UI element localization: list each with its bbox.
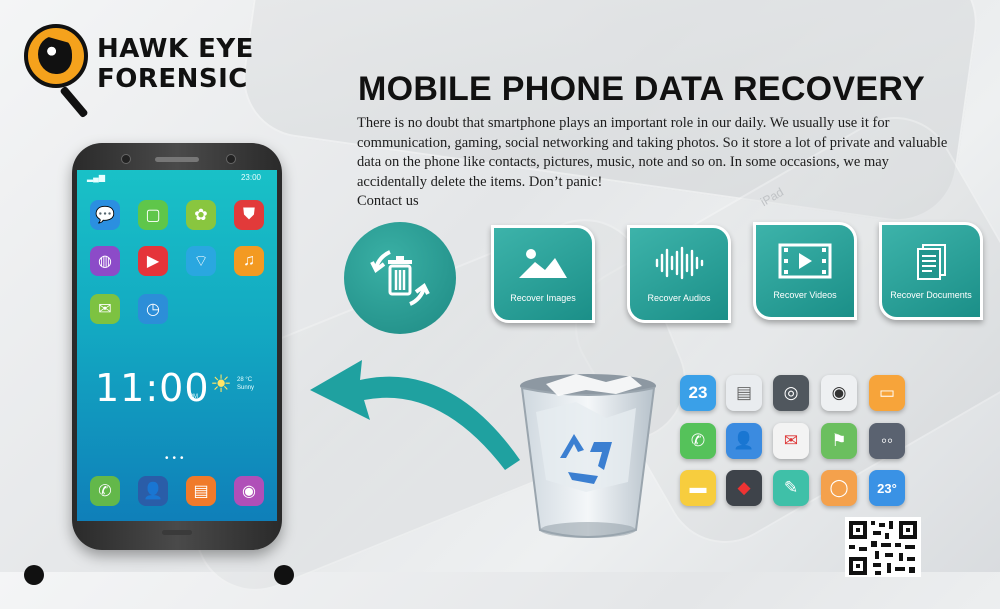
sms-app-icon[interactable]: ▤ xyxy=(186,476,216,506)
phone-call-icon: ✆ xyxy=(680,423,716,459)
notes-card-icon: ▤ xyxy=(726,375,762,411)
calendar-icon: 23 xyxy=(680,375,716,411)
brand-line-1: HAWK EYE xyxy=(97,34,254,64)
recover-audios-card[interactable]: Recover Audios xyxy=(627,225,731,323)
wifi-app-icon[interactable]: ⌔ xyxy=(186,246,216,276)
weather-widget: 28 °C Sunny xyxy=(237,376,254,392)
contact-person-icon: 👤 xyxy=(726,423,762,459)
phone-status-bar: ▂▄▆ 23:00 xyxy=(77,170,277,184)
video-icon xyxy=(756,243,854,284)
brand-name: HAWK EYE FORENSIC xyxy=(97,34,254,94)
sun-icon: ☀ xyxy=(210,371,232,398)
phone-sensor xyxy=(121,154,131,164)
status-time: 23:00 xyxy=(240,173,261,182)
hawk-magnifier-icon xyxy=(24,24,88,88)
weather-temp: 28 °C xyxy=(237,377,253,383)
settings-dial-icon: ◎ xyxy=(773,375,809,411)
curved-arrow-icon xyxy=(310,360,520,470)
audio-wave-icon xyxy=(630,246,728,285)
calendar-day: 23 xyxy=(688,383,708,402)
signal-icon: ▂▄▆ xyxy=(87,173,105,182)
recycle-bin-icon xyxy=(520,374,656,538)
compass-icon: ◆ xyxy=(726,470,762,506)
page-description: There is no doubt that smartphone plays … xyxy=(357,114,962,212)
weather-icon: 23° xyxy=(869,470,905,506)
video-app-icon[interactable]: ▶ xyxy=(138,246,168,276)
contact-us-link[interactable]: Contact us xyxy=(357,192,962,212)
music-app-icon[interactable]: ♫ xyxy=(234,246,264,276)
phone-app-icon[interactable]: ✆ xyxy=(90,476,120,506)
recover-videos-label: Recover Videos xyxy=(773,290,837,300)
recover-documents-card[interactable]: Recover Documents xyxy=(879,222,983,320)
map-pin-icon: ⚑ xyxy=(821,423,857,459)
brand-logo[interactable]: HAWK EYE FORENSIC xyxy=(22,22,262,119)
gallery-app-icon[interactable]: ✿ xyxy=(186,200,216,230)
browser-app-icon[interactable]: ◍ xyxy=(90,246,120,276)
magnifier-handle xyxy=(59,85,89,119)
footer-dot xyxy=(24,565,44,585)
clock-app-icon[interactable]: ◷ xyxy=(138,294,168,324)
voicemail-icon: ◦◦ xyxy=(869,423,905,459)
recover-images-label: Recover Images xyxy=(510,293,576,303)
recover-documents-label: Recover Documents xyxy=(890,290,972,300)
security-app-icon[interactable]: ⛊ xyxy=(234,200,264,230)
clock-ampm: PM xyxy=(189,394,198,400)
footer-dot xyxy=(274,565,294,585)
phone-camera xyxy=(226,154,236,164)
messages-app-icon[interactable]: 💬 xyxy=(90,200,120,230)
phone-mockup: ▂▄▆ 23:00 💬 ▢ ✿ ⛊ ◍ ▶ ⌔ ♫ ✉ ◷ 11:00 PM ☀… xyxy=(72,143,282,550)
chat-bubble-icon: ◯ xyxy=(821,470,857,506)
qr-code[interactable] xyxy=(845,517,921,577)
brand-line-2: FORENSIC xyxy=(97,64,248,94)
recover-audios-label: Recover Audios xyxy=(647,293,711,303)
recover-images-card[interactable]: Recover Images xyxy=(491,225,595,323)
mail-app-icon[interactable]: ✉ xyxy=(90,294,120,324)
phone-screen: ▂▄▆ 23:00 💬 ▢ ✿ ⛊ ◍ ▶ ⌔ ♫ ✉ ◷ 11:00 PM ☀… xyxy=(77,170,277,521)
feather-icon: ✎ xyxy=(773,470,809,506)
chat-app-icon[interactable]: ▢ xyxy=(138,200,168,230)
folder-icon: ▭ xyxy=(869,375,905,411)
contacts-app-icon[interactable]: 👤 xyxy=(138,476,168,506)
trash-restore-icon xyxy=(344,222,456,334)
page-title: MOBILE PHONE DATA RECOVERY xyxy=(358,70,925,108)
envelope-icon: ✉ xyxy=(773,423,809,459)
recover-videos-card[interactable]: Recover Videos xyxy=(753,222,857,320)
document-icon xyxy=(882,243,980,286)
phone-home-button xyxy=(162,530,192,535)
page-indicator: ••• xyxy=(165,453,188,464)
home-clock: 11:00 xyxy=(95,366,210,410)
weather-condition: Sunny xyxy=(237,385,255,391)
sticky-note-icon: ▬ xyxy=(680,470,716,506)
description-text: There is no doubt that smartphone plays … xyxy=(357,115,948,190)
phone-speaker xyxy=(155,157,199,162)
camera-lens-icon: ◉ xyxy=(821,375,857,411)
camera-app-icon[interactable]: ◉ xyxy=(234,476,264,506)
image-icon xyxy=(494,246,592,285)
weather-grid-temp: 23° xyxy=(877,480,897,496)
